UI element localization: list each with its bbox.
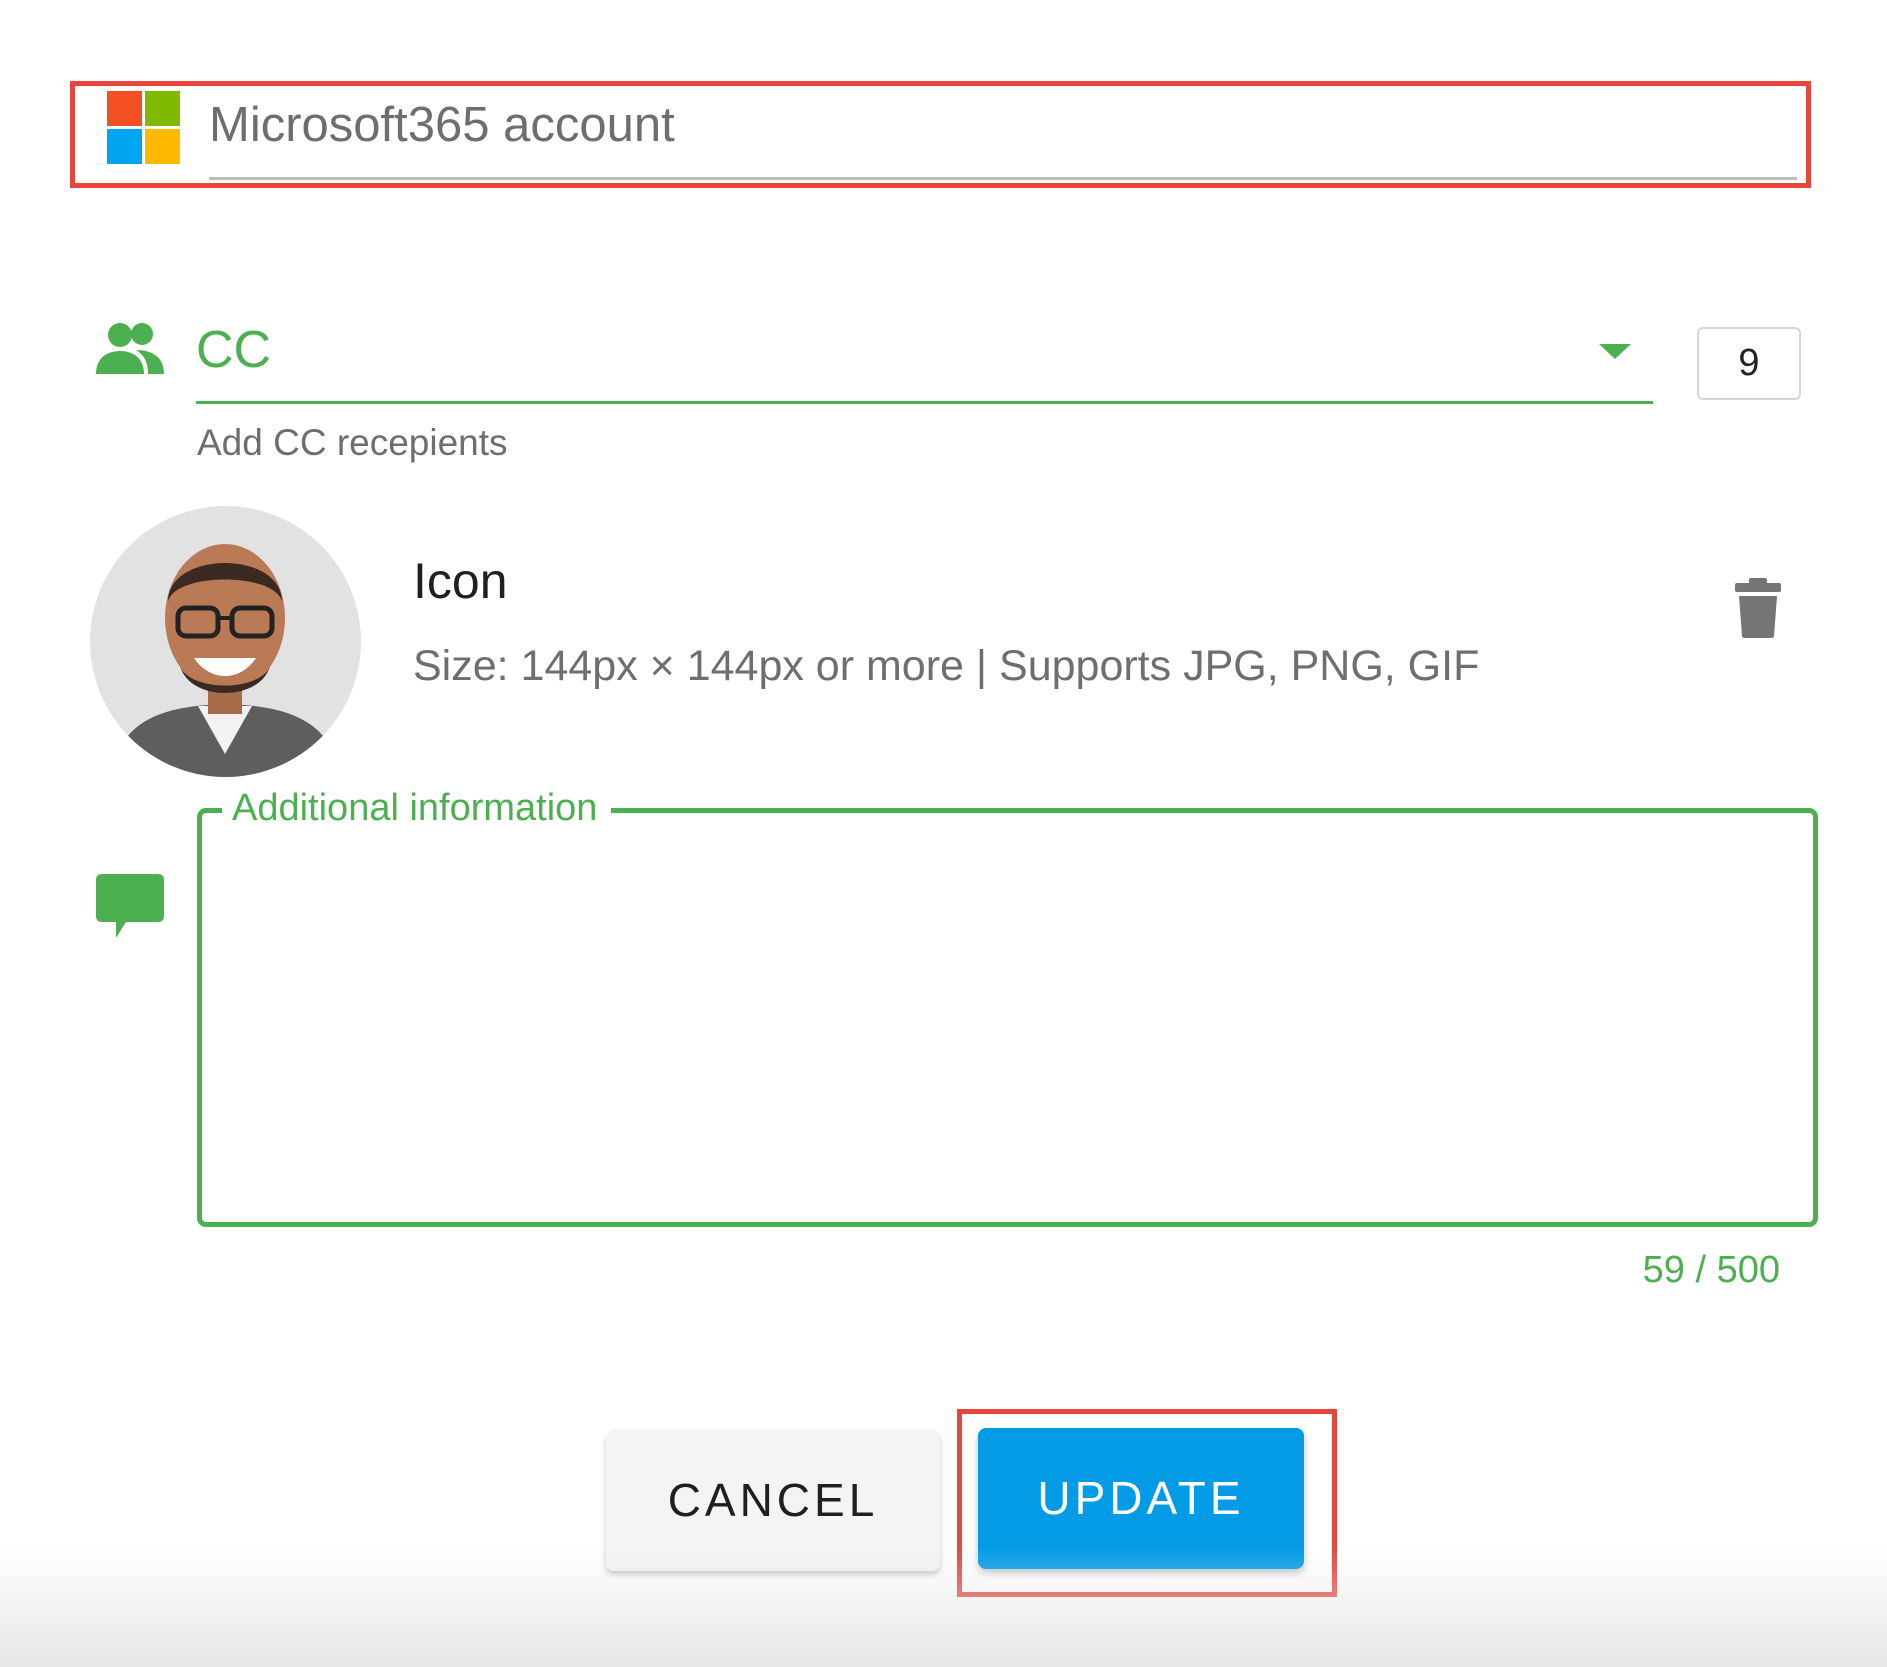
character-counter: 59 / 500 (1642, 1249, 1780, 1291)
chat-icon (96, 874, 164, 938)
avatar[interactable] (90, 506, 361, 777)
bottom-fade (0, 1547, 1887, 1667)
dialog: Microsoft365 account CC 9 Add CC recepie… (0, 0, 1887, 1667)
cc-dropdown[interactable]: CC (196, 318, 1653, 404)
avatar-photo (90, 506, 361, 777)
additional-info-label: Additional information (222, 783, 612, 833)
additional-info-textarea[interactable] (222, 843, 1793, 1202)
people-icon (96, 323, 164, 374)
microsoft-logo-icon (107, 91, 180, 164)
cc-label: CC (196, 321, 272, 379)
cc-helper-text: Add CC recepients (197, 422, 508, 463)
additional-info-field[interactable]: Additional information (197, 783, 1818, 1227)
cc-count-field[interactable]: 9 (1697, 327, 1801, 400)
account-field[interactable]: Microsoft365 account (209, 92, 1797, 180)
icon-section-description: Size: 144px × 144px or more | Supports J… (413, 642, 1480, 690)
account-field-label: Microsoft365 account (209, 98, 675, 152)
icon-section-title: Icon (413, 553, 508, 609)
chevron-down-icon[interactable] (1599, 344, 1631, 359)
trash-icon[interactable] (1735, 578, 1781, 638)
